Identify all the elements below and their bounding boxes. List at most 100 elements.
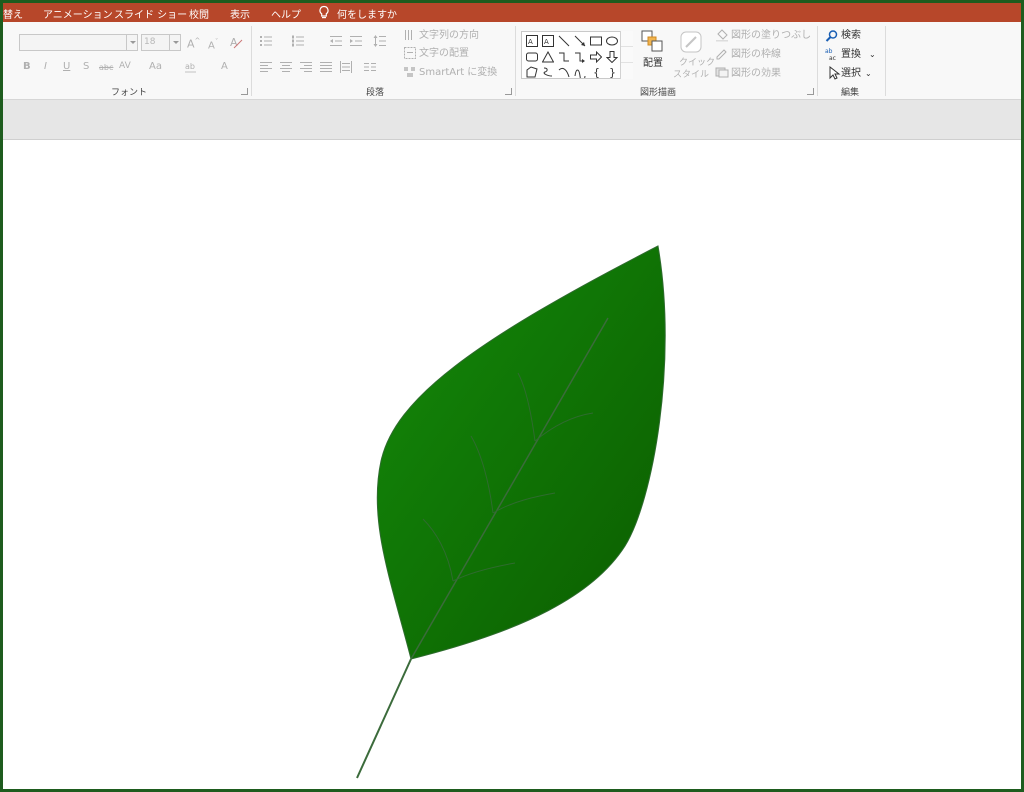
shape-effects-button[interactable]: 図形の効果 xyxy=(731,68,781,80)
convert-smartart-button[interactable]: SmartArt に変換 xyxy=(419,67,497,79)
line-spacing-icon[interactable] xyxy=(373,34,387,48)
font-size-combo[interactable]: 18 xyxy=(141,34,181,51)
shadow-button[interactable]: S xyxy=(83,61,89,73)
bold-button[interactable]: B xyxy=(23,61,31,73)
elbow-arrow-shape-icon[interactable] xyxy=(574,51,586,63)
menu-item-replace[interactable]: 替え xyxy=(3,6,23,21)
elbow-connector-shape-icon[interactable] xyxy=(558,51,570,63)
gallery-scrollbar[interactable] xyxy=(620,31,633,79)
search-icon[interactable] xyxy=(825,29,839,43)
justify-icon[interactable] xyxy=(319,60,333,74)
shape-outline-button[interactable]: 図形の枠線 xyxy=(731,49,781,61)
chevron-down-icon[interactable]: ⌄ xyxy=(869,49,876,61)
font-name-combo[interactable] xyxy=(19,34,138,51)
distribute-icon[interactable] xyxy=(339,60,353,74)
menu-item-slideshow[interactable]: スライド ショー xyxy=(114,6,187,21)
align-left-icon[interactable] xyxy=(259,60,273,74)
cursor-icon[interactable] xyxy=(827,66,841,80)
leaf-drawing xyxy=(356,245,666,779)
shape-fill-button[interactable]: 図形の塗りつぶし xyxy=(731,30,811,42)
character-spacing-button[interactable]: AV xyxy=(119,60,131,72)
leaf-icon[interactable] xyxy=(376,245,666,660)
scribble-shape-icon[interactable] xyxy=(542,66,554,78)
bullets-icon[interactable] xyxy=(259,34,273,48)
arrange-icon[interactable] xyxy=(641,30,663,52)
triangle-shape-icon[interactable] xyxy=(542,51,554,63)
menu-item-help[interactable]: ヘルプ xyxy=(271,6,301,21)
arc-shape-icon[interactable] xyxy=(574,66,586,78)
chevron-down-icon[interactable]: ⌄ xyxy=(865,68,872,80)
numbering-icon[interactable] xyxy=(291,34,305,48)
grow-font-button[interactable]: A^ xyxy=(187,35,200,51)
down-arrow-shape-icon[interactable] xyxy=(606,51,618,63)
oval-shape-icon[interactable] xyxy=(606,35,618,47)
pen-icon[interactable] xyxy=(715,46,729,60)
replace-button[interactable]: 置換 xyxy=(841,49,861,61)
tell-me-search[interactable]: 何をしますか xyxy=(337,6,397,21)
shrink-font-button[interactable]: Aˇ xyxy=(208,36,218,52)
group-divider xyxy=(885,26,886,96)
align-text-icon[interactable] xyxy=(403,46,417,60)
group-divider xyxy=(817,26,818,96)
smartart-icon[interactable] xyxy=(403,65,417,79)
slide-canvas[interactable] xyxy=(3,141,1021,789)
columns-icon[interactable] xyxy=(363,60,377,74)
paint-bucket-icon[interactable] xyxy=(715,28,729,42)
replace-icon[interactable]: ab ac xyxy=(825,47,839,61)
italic-button[interactable]: I xyxy=(44,61,47,73)
svg-text:{: { xyxy=(593,66,600,78)
text-direction-icon[interactable] xyxy=(403,28,417,42)
freeform-shape-icon[interactable] xyxy=(526,66,538,78)
effects-icon[interactable] xyxy=(715,65,729,79)
line-shape-icon[interactable] xyxy=(558,35,570,47)
ribbon-collapse-strip xyxy=(3,100,1021,140)
right-arrow-shape-icon[interactable] xyxy=(590,51,602,63)
font-color-button[interactable]: A xyxy=(221,61,228,73)
highlight-icon[interactable]: ab xyxy=(184,60,198,74)
rectangle-shape-icon[interactable] xyxy=(590,35,602,47)
clear-format-icon[interactable]: A xyxy=(229,35,243,49)
menu-item-animations[interactable]: アニメーション xyxy=(43,6,113,21)
font-dialog-launcher-icon[interactable] xyxy=(241,88,248,95)
increase-indent-icon[interactable] xyxy=(349,34,363,48)
drawing-dialog-launcher-icon[interactable] xyxy=(807,88,814,95)
paragraph-group-label: 段落 xyxy=(366,88,385,98)
left-brace-shape-icon[interactable]: { xyxy=(590,66,602,78)
align-center-icon[interactable] xyxy=(279,60,293,74)
app-window: 替え アニメーション スライド ショー 校閲 表示 ヘルプ 何をしますか 18 … xyxy=(3,3,1021,789)
scroll-up-icon[interactable] xyxy=(621,31,633,47)
textbox-shape-icon[interactable]: A xyxy=(526,35,538,47)
underline-button[interactable]: U xyxy=(63,61,70,73)
quick-style-label-2[interactable]: スタイル xyxy=(673,69,709,81)
scroll-down-icon[interactable] xyxy=(621,47,633,63)
align-text-button[interactable]: 文字の配置 xyxy=(419,48,469,60)
quick-style-icon[interactable] xyxy=(679,30,703,54)
chevron-down-icon[interactable] xyxy=(169,35,180,50)
ribbon: 18 A^ Aˇ A B I U S abc AV Aa ab A フォント 文… xyxy=(3,22,1021,100)
quick-style-label-1[interactable]: クイック xyxy=(679,57,715,69)
chevron-down-icon[interactable] xyxy=(126,35,137,50)
editing-group-label: 編集 xyxy=(841,88,860,98)
curve-shape-icon[interactable] xyxy=(558,66,570,78)
lightbulb-icon xyxy=(317,5,331,20)
svg-text:ab: ab xyxy=(825,48,833,55)
text-direction-button[interactable]: 文字列の方向 xyxy=(419,30,479,42)
menu-item-view[interactable]: 表示 xyxy=(230,6,250,21)
svg-text:}: } xyxy=(609,66,616,78)
arrow-line-shape-icon[interactable] xyxy=(574,35,586,47)
arrange-button[interactable]: 配置 xyxy=(643,58,663,70)
find-button[interactable]: 検索 xyxy=(841,30,861,42)
paragraph-dialog-launcher-icon[interactable] xyxy=(505,88,512,95)
drawing-group-label: 図形描画 xyxy=(640,88,677,98)
align-right-icon[interactable] xyxy=(299,60,313,74)
decrease-indent-icon[interactable] xyxy=(329,34,343,48)
right-brace-shape-icon[interactable]: } xyxy=(606,66,618,78)
select-button[interactable]: 選択 xyxy=(841,68,861,80)
font-group-label: フォント xyxy=(111,88,148,98)
menu-item-review[interactable]: 校閲 xyxy=(189,6,209,21)
strikethrough-button[interactable]: abc xyxy=(99,62,113,74)
gallery-more-icon[interactable] xyxy=(621,63,633,79)
change-case-button[interactable]: Aa xyxy=(149,61,162,73)
vertical-textbox-shape-icon[interactable]: A xyxy=(542,35,554,47)
rounded-rect-shape-icon[interactable] xyxy=(526,51,538,63)
